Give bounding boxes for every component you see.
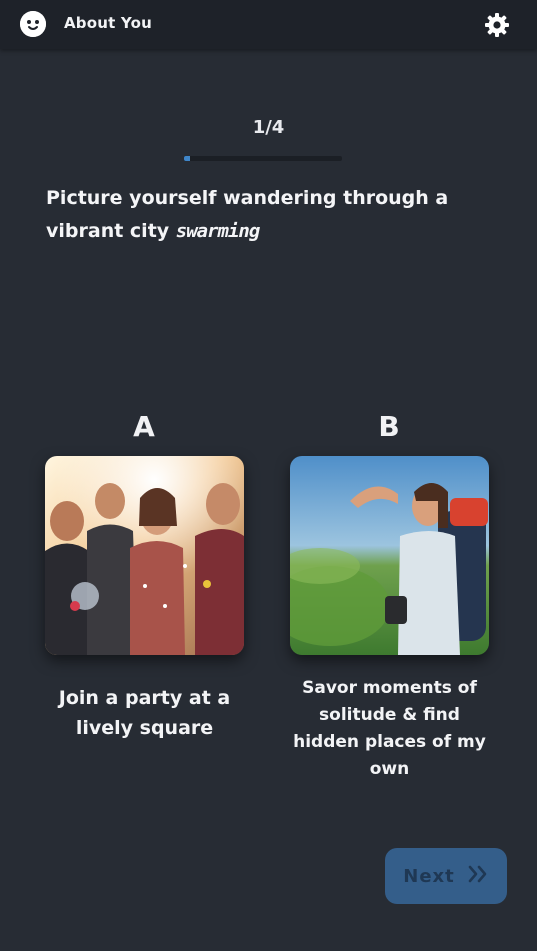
question-highlight: swarming bbox=[175, 220, 261, 242]
double-chevron-right-icon bbox=[467, 864, 489, 889]
top-bar: About You bbox=[0, 0, 537, 49]
option-a-image[interactable] bbox=[45, 456, 244, 655]
progress-bar bbox=[184, 156, 342, 161]
smiley-face-icon bbox=[20, 11, 46, 37]
progress-bar-fill bbox=[184, 156, 191, 161]
option-a-letter: A bbox=[133, 410, 155, 443]
page-title: About You bbox=[64, 14, 152, 32]
option-b-image[interactable] bbox=[290, 456, 489, 655]
option-b-letter: B bbox=[378, 410, 400, 443]
next-button[interactable]: Next bbox=[385, 848, 507, 904]
next-button-label: Next bbox=[403, 865, 455, 887]
question-text: Picture yourself wandering through a vib… bbox=[46, 182, 496, 248]
option-a-label[interactable]: Join a party at a lively square bbox=[45, 683, 244, 743]
gear-icon[interactable] bbox=[484, 12, 510, 38]
progress-counter: 1/4 bbox=[252, 117, 285, 138]
option-b-label[interactable]: Savor moments of solitude & find hidden … bbox=[285, 675, 494, 783]
